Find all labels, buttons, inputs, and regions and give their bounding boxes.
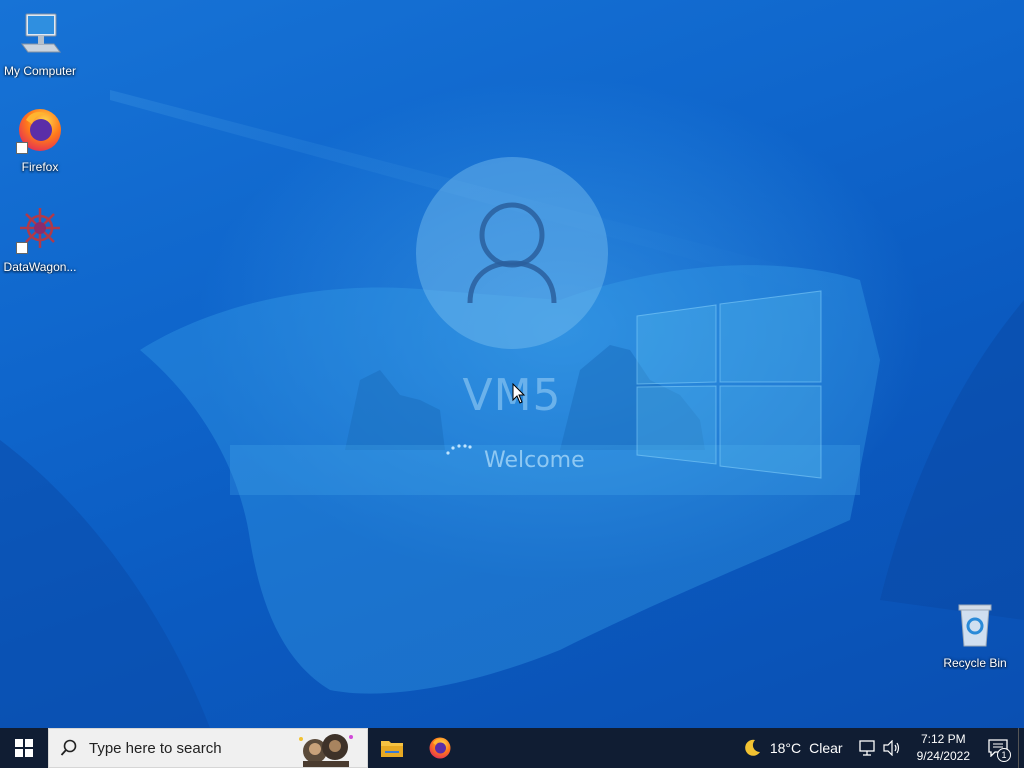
moon-icon — [745, 739, 760, 756]
start-button[interactable] — [0, 728, 48, 768]
system-tray: 18°C Clear 7:12 PM 9/24/2022 1 — [734, 728, 1024, 768]
show-desktop-button[interactable] — [1018, 728, 1024, 768]
recycle-bin-icon — [951, 602, 999, 650]
taskbar-app-file-explorer[interactable] — [368, 728, 416, 768]
desktop-icon-label: My Computer — [3, 64, 77, 78]
windows-logo-icon — [15, 739, 33, 757]
desktop-icon-label: Recycle Bin — [943, 656, 1007, 670]
desktop-icon-datawagon[interactable]: DataWagon... — [0, 206, 80, 274]
firefox-icon — [429, 737, 451, 759]
mouse-cursor-icon — [512, 383, 526, 404]
network-icon[interactable] — [858, 740, 877, 756]
desktop-icon-label: Firefox — [21, 160, 59, 174]
notification-count-badge: 1 — [997, 748, 1011, 762]
search-highlight-gorilla-icon — [299, 734, 353, 767]
search-placeholder: Type here to search — [89, 739, 222, 757]
clock-date: 9/24/2022 — [916, 749, 970, 763]
weather-temperature: 18°C — [769, 740, 802, 756]
desktop-icon-recycle-bin[interactable]: Recycle Bin — [935, 602, 1015, 670]
datawagon-icon — [16, 206, 64, 254]
weather-condition: Clear — [809, 740, 843, 756]
shortcut-arrow-icon — [16, 242, 28, 254]
taskbar-search-box[interactable]: Type here to search — [48, 728, 368, 768]
weather-widget[interactable]: 18°C Clear — [734, 738, 851, 758]
notification-center-button[interactable]: 1 — [978, 728, 1018, 768]
taskbar-app-firefox[interactable] — [416, 728, 464, 768]
desktop-icon-my-computer[interactable]: My Computer — [0, 10, 80, 78]
volume-icon[interactable] — [883, 740, 901, 756]
search-icon — [49, 739, 89, 757]
desktop-icon-label: DataWagon... — [3, 260, 77, 274]
computer-icon — [16, 10, 64, 58]
folder-icon — [381, 741, 403, 757]
wallpaper — [0, 90, 1024, 728]
shortcut-arrow-icon — [16, 142, 28, 154]
tray-icons — [851, 740, 909, 756]
desktop-icon-firefox[interactable]: Firefox — [0, 106, 80, 174]
taskbar-clock[interactable]: 7:12 PM 9/24/2022 — [909, 731, 978, 765]
taskbar: Type here to search 18°C Clear 7:12 PM 9… — [0, 728, 1024, 768]
desktop: My Computer Firefox DataWagon... Recycle… — [0, 0, 1024, 728]
clock-time: 7:12 PM — [920, 732, 966, 746]
firefox-icon — [16, 106, 64, 154]
